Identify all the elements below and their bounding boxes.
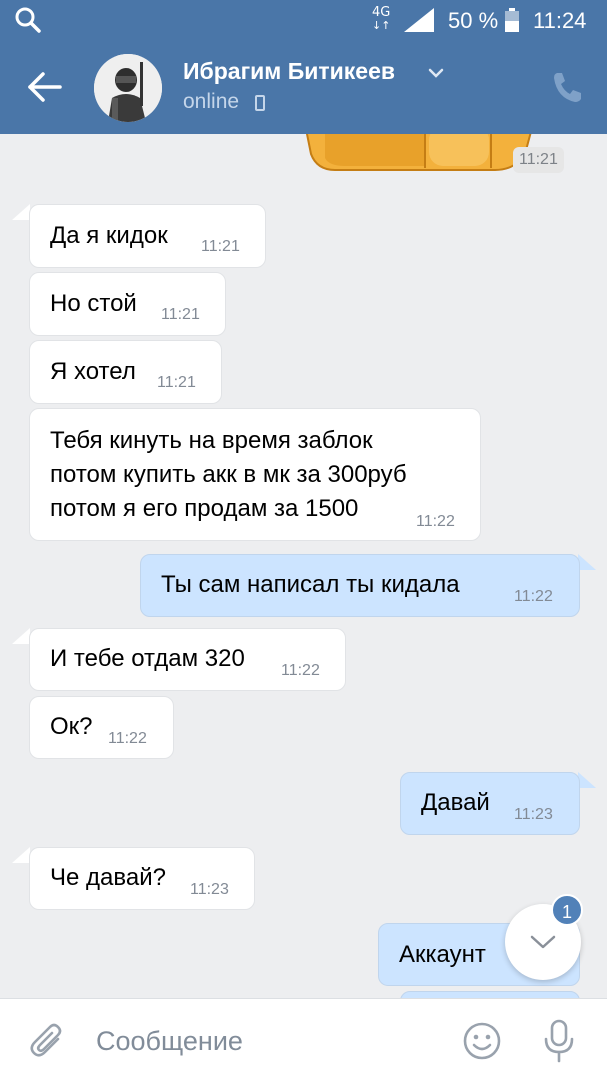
message-time: 11:21 — [157, 374, 196, 391]
message-input[interactable] — [96, 1021, 436, 1061]
message-time: 11:21 — [201, 238, 240, 255]
message-time: 11:23 — [514, 806, 553, 823]
message-incoming[interactable]: Тебя кинуть на время заблок потом купить… — [29, 408, 481, 541]
clock: 11:24 — [533, 8, 587, 33]
message-list[interactable]: 11:21 Да я кидок 11:21 Но стой 11:21 Я х… — [0, 134, 607, 998]
message-time: 11:22 — [416, 513, 455, 530]
bubble-tail — [578, 772, 596, 788]
sticker-image[interactable] — [305, 134, 533, 180]
bubble-tail — [12, 628, 30, 644]
message-outgoing[interactable] — [400, 991, 580, 998]
back-arrow-icon[interactable] — [26, 70, 64, 104]
phone-icon[interactable] — [551, 70, 583, 104]
message-text: И тебе отдам 320 — [50, 645, 245, 672]
chat-header: Ибрагим Битикеев online — [0, 40, 607, 134]
message-time: 11:21 — [161, 306, 200, 323]
sticker-timestamp: 11:21 — [513, 147, 564, 173]
avatar[interactable] — [94, 54, 162, 122]
message-text: Я хотел — [50, 358, 136, 385]
contact-status: online — [183, 90, 240, 113]
message-text: Ты сам написал ты кидала — [161, 571, 460, 598]
bubble-tail — [12, 847, 30, 863]
message-incoming[interactable]: Ок? 11:22 — [29, 696, 174, 759]
chevron-down-icon — [530, 935, 556, 949]
message-text: Но стой — [50, 290, 137, 317]
chevron-down-icon[interactable] — [428, 67, 444, 79]
message-text: Аккаунт — [399, 941, 486, 968]
bubble-tail — [578, 554, 596, 570]
battery-icon — [505, 8, 519, 32]
message-time: 11:22 — [281, 662, 320, 679]
message-incoming[interactable]: Да я кидок 11:21 — [29, 204, 266, 268]
unread-badge: 1 — [551, 894, 583, 926]
message-incoming[interactable]: И тебе отдам 320 11:22 — [29, 628, 346, 691]
message-time: 11:22 — [514, 588, 553, 605]
message-outgoing[interactable]: Ты сам написал ты кидала 11:22 — [140, 554, 580, 617]
message-time: 11:23 — [190, 881, 229, 898]
network-indicator: 4G ↓↑ — [372, 5, 391, 32]
signal-icon — [404, 8, 434, 32]
message-text: Че давай? — [50, 864, 166, 891]
battery-percent: 50 % — [448, 8, 499, 33]
message-text: Ок? — [50, 713, 93, 740]
message-text-line: Тебя кинуть на время заблок — [50, 427, 373, 454]
message-text: Да я кидок — [50, 222, 168, 249]
message-incoming[interactable]: Че давай? 11:23 — [29, 847, 255, 910]
bubble-tail — [12, 204, 30, 220]
message-composer — [0, 998, 607, 1081]
emoji-icon[interactable] — [462, 1021, 502, 1061]
microphone-icon[interactable] — [542, 1019, 576, 1063]
contact-name[interactable]: Ибрагим Битикеев — [183, 58, 395, 85]
mobile-device-icon — [255, 95, 265, 111]
message-text: Давай — [421, 789, 490, 816]
message-text-line: потом купить акк в мк за 300руб — [50, 461, 407, 488]
status-bar: 4G ↓↑ 50 % 11:24 — [0, 0, 607, 40]
attach-icon[interactable] — [30, 1023, 64, 1059]
message-outgoing[interactable]: Давай 11:23 — [400, 772, 580, 835]
message-time: 11:22 — [108, 730, 147, 747]
search-icon[interactable] — [14, 6, 42, 34]
message-incoming[interactable]: Я хотел 11:21 — [29, 340, 222, 404]
message-incoming[interactable]: Но стой 11:21 — [29, 272, 226, 336]
message-text-line: потом я его продам за 1500 — [50, 495, 359, 522]
